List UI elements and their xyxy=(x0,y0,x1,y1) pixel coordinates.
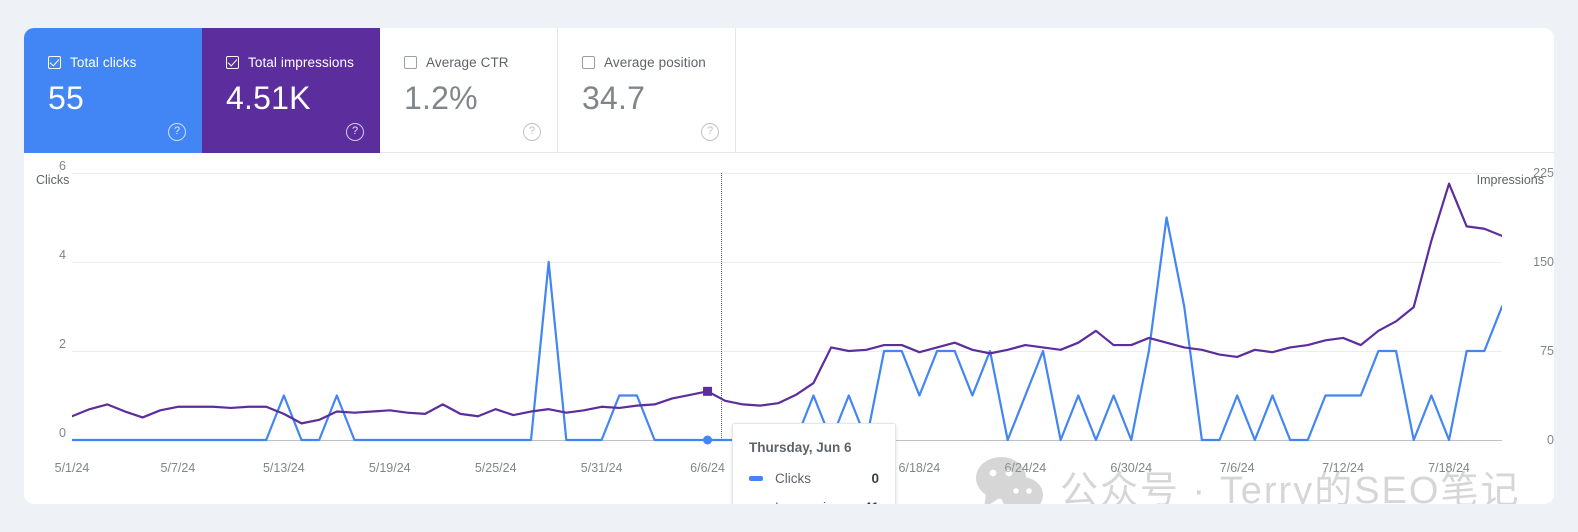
y-tick-label-right: 150 xyxy=(1533,255,1554,269)
tooltip-date: Thursday, Jun 6 xyxy=(749,440,852,455)
help-icon[interactable]: ? xyxy=(168,123,186,141)
tooltip-series-name: Clicks xyxy=(775,471,811,486)
metric-tile-average-ctr[interactable]: Average CTR 1.2% ? xyxy=(380,28,558,153)
checkbox-average-position[interactable] xyxy=(582,55,595,69)
tooltip-series-value: 41 xyxy=(864,500,879,504)
chart: Clicks Impressions 0246 0 75 150 225 5/1/24… xyxy=(24,153,1554,504)
y-tick-label-left: 2 xyxy=(59,337,66,351)
series-line-impressions xyxy=(72,182,1502,425)
clicks-swatch-icon xyxy=(749,476,763,481)
checkbox-average-ctr[interactable] xyxy=(404,55,417,69)
metric-head: Average position xyxy=(582,54,735,70)
metric-tile-total-clicks[interactable]: Total clicks 55 ? xyxy=(24,28,202,153)
y-tick-label-left: 6 xyxy=(59,159,66,173)
help-icon[interactable]: ? xyxy=(701,123,719,141)
metric-label: Total clicks xyxy=(70,54,137,70)
metric-value: 55 xyxy=(48,80,84,116)
series-line-clicks xyxy=(72,216,1502,442)
performance-card: Total clicks 55 ? Total impressions 4.51… xyxy=(24,28,1554,504)
performance-chart-page: Total clicks 55 ? Total impressions 4.51… xyxy=(0,0,1578,532)
y-tick-label-left: 4 xyxy=(59,248,66,262)
highlight-marker-clicks xyxy=(703,435,713,445)
y-tick-label-right: 225 xyxy=(1533,166,1554,180)
tooltip-row-impressions: Impressions 41 xyxy=(749,500,879,504)
metric-head: Total impressions xyxy=(226,54,380,70)
metric-tile-average-position[interactable]: Average position 34.7 ? xyxy=(558,28,736,153)
y-tick-label-left: 0 xyxy=(59,426,66,440)
highlight-marker-impressions xyxy=(703,386,713,396)
checkbox-total-clicks[interactable] xyxy=(48,55,61,69)
metric-label: Average CTR xyxy=(426,54,509,70)
metric-head: Total clicks xyxy=(48,54,202,70)
metric-value: 34.7 xyxy=(582,80,646,116)
metric-label: Total impressions xyxy=(248,54,354,70)
help-icon[interactable]: ? xyxy=(346,123,364,141)
metric-value: 4.51K xyxy=(226,80,311,116)
y-tick-label-right: 75 xyxy=(1540,344,1554,358)
hover-tooltip: Thursday, Jun 6 Clicks 0 Impressions 41 xyxy=(732,423,896,504)
metric-label: Average position xyxy=(604,54,706,70)
tooltip-row-clicks: Clicks 0 xyxy=(749,471,879,486)
metric-head: Average CTR xyxy=(404,54,557,70)
metric-tiles: Total clicks 55 ? Total impressions 4.51… xyxy=(24,28,736,153)
tooltip-series-name: Impressions xyxy=(775,500,864,504)
metric-tile-total-impressions[interactable]: Total impressions 4.51K ? xyxy=(202,28,380,153)
checkbox-total-impressions[interactable] xyxy=(226,55,239,69)
metric-value: 1.2% xyxy=(404,80,478,116)
tooltip-series-value: 0 xyxy=(871,471,879,486)
y-tick-label-right: 0 xyxy=(1547,433,1554,447)
hover-indicator-line xyxy=(721,173,722,440)
help-icon[interactable]: ? xyxy=(523,123,541,141)
